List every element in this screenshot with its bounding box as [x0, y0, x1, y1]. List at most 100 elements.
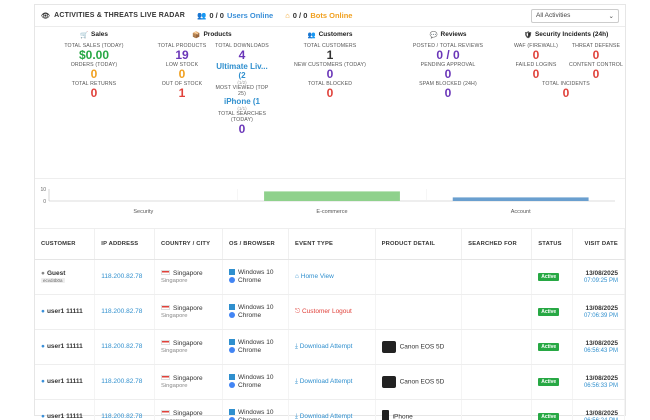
top-download-link[interactable]: Ultimate Liv... (2 [213, 62, 271, 80]
total-customers-value: 1 [326, 48, 334, 62]
status-cell: Active [531, 329, 574, 365]
most-viewed-label: MOST VIEWED (TOP 25) [215, 85, 269, 97]
bar-ecommerce[interactable] [264, 191, 400, 201]
chrome-icon [229, 277, 236, 284]
product-cell: Canon EOS 5D [375, 364, 463, 400]
download-icon: ⤓ [295, 377, 298, 385]
country-name: Singapore [173, 304, 203, 312]
customer-cell[interactable]: ● user1 11111 [35, 329, 96, 365]
failed-logins-value: 0 [532, 67, 540, 81]
col-country[interactable]: COUNTRY / CITY [154, 229, 224, 260]
col-os[interactable]: OS / BROWSER [222, 229, 289, 260]
table-row[interactable]: ●user1 11111 118.200.82.78 Singapore Sin… [35, 329, 625, 365]
col-searched[interactable]: SEARCHED FOR [461, 229, 533, 260]
product-thumbnail [381, 409, 389, 420]
col-ip[interactable]: IP ADDRESS [94, 229, 156, 260]
total-incidents-value: 0 [562, 86, 570, 100]
users-count: 0 / 0 [209, 11, 224, 20]
windows-icon [229, 304, 236, 311]
stats-row: 🛒 Sales TOTAL SALES (TODAY) $0.00 ORDERS … [35, 27, 625, 179]
singapore-flag-icon [161, 340, 171, 346]
table-row[interactable]: ●user1 11111 118.200.82.78 Singapore Sin… [35, 364, 625, 400]
col-visit[interactable]: VISIT DATE [572, 229, 625, 260]
visit-date: 13/08/2025 [585, 409, 618, 417]
visit-cell: 13/08/2025 06:56:33 PM [572, 364, 625, 400]
activity-filter-select[interactable]: All Activities ⌄ [531, 8, 619, 23]
customers-column: 👥 Customers TOTAL CUSTOMERS 1 NEW CUSTOME… [271, 27, 389, 178]
city-name: Singapore [161, 382, 188, 389]
products-column: 📦 Products TOTAL PRODUCTS 19 LOW STOCK 0 … [153, 27, 271, 178]
windows-icon [229, 374, 236, 381]
customer-cell[interactable]: ● user1 11111 [35, 364, 96, 400]
product-cell: iPhone [375, 399, 463, 420]
products-heading: 📦 Products [153, 31, 271, 39]
product-thumbnail [381, 340, 396, 353]
event-cell[interactable]: ⤓ Download Attempt [288, 329, 376, 365]
event-cell[interactable]: ⌂ Home View [288, 259, 376, 295]
status-badge: Active [538, 307, 560, 316]
visit-time: 07:06:39 PM [583, 312, 618, 319]
bots-label: Bots Online [310, 11, 353, 20]
os-browser-cell: Windows 10 Chrome [222, 259, 289, 295]
visit-cell: 13/08/2025 07:09:25 PM [572, 259, 625, 295]
ip-address-link[interactable]: 118.200.82.78 [94, 329, 156, 365]
city-name: Singapore [161, 347, 188, 354]
singapore-flag-icon [161, 375, 171, 381]
table-row[interactable]: ●user1 11111 118.200.82.78 Singapore Sin… [35, 399, 625, 420]
sales-column: 🛒 Sales TOTAL SALES (TODAY) $0.00 ORDERS … [35, 27, 153, 178]
content-control-value: 0 [592, 67, 600, 81]
waf-value: 0 [532, 48, 540, 62]
searched-cell [461, 364, 533, 400]
bot-icon: ⌂ [285, 11, 290, 20]
status-badge: Active [538, 342, 560, 351]
col-status[interactable]: STATUS [531, 229, 574, 260]
posted-reviews-value: 0 / 0 [436, 48, 460, 62]
table-row[interactable]: ●user1 11111 118.200.82.78 Singapore Sin… [35, 294, 625, 330]
city-name: Singapore [161, 277, 188, 284]
windows-icon [229, 269, 236, 276]
cart-icon: 🛒 [79, 32, 89, 39]
chrome-icon [229, 382, 236, 389]
ip-address-link[interactable]: 118.200.82.78 [94, 364, 156, 400]
security-heading: 🛡 Security Incidents (24h) [507, 31, 625, 39]
users-online: 👥 0 / 0 Users Online [197, 11, 273, 20]
ip-address-link[interactable]: 118.200.82.78 [94, 259, 156, 295]
col-event[interactable]: EVENT TYPE [288, 229, 376, 260]
ip-address-link[interactable]: 118.200.82.78 [94, 294, 156, 330]
product-cell [375, 294, 463, 330]
category-label: Account [511, 209, 531, 215]
col-product[interactable]: PRODUCT DETAIL [375, 229, 463, 260]
event-cell[interactable]: ⤓ Download Attempt [288, 364, 376, 400]
visit-date: 13/08/2025 [585, 374, 618, 382]
event-type: Customer Logout [301, 307, 352, 315]
country-name: Singapore [173, 339, 203, 347]
customer-cell[interactable]: ● Guest ecvd4b0a [35, 259, 96, 295]
event-cell[interactable]: ⤓ Download Attempt [288, 399, 376, 420]
new-customers-value: 0 [326, 67, 334, 81]
sales-heading: 🛒 Sales [35, 31, 153, 39]
event-cell[interactable]: ⎋ Customer Logout [288, 294, 376, 330]
singapore-flag-icon [161, 270, 171, 276]
customer-cell[interactable]: ● user1 11111 [35, 294, 96, 330]
customers-heading: 👥 Customers [271, 31, 389, 39]
activity-radar-panel: 👁 ACTIVITIES & THREATS LIVE RADAR 👥 0 / … [34, 4, 626, 420]
os-browser-cell: Windows 10 Chrome [222, 364, 289, 400]
col-customer[interactable]: CUSTOMER [35, 229, 96, 260]
y-tick-label: 10 [40, 187, 46, 193]
download-icon: ⤓ [295, 412, 298, 420]
sales-title: Sales [91, 31, 109, 38]
ip-address-link[interactable]: 118.200.82.78 [94, 399, 156, 420]
status-cell: Active [531, 364, 574, 400]
bar-account[interactable] [452, 197, 589, 201]
table-row[interactable]: ● Guest ecvd4b0a 118.200.82.78 Singapore … [35, 259, 625, 295]
searched-cell [461, 294, 533, 330]
visit-time: 07:09:25 PM [583, 277, 618, 284]
os-name: Windows 10 [238, 269, 274, 276]
customer-cell[interactable]: ● user1 11111 [35, 399, 96, 420]
customer-name: user1 11111 [46, 308, 83, 315]
most-viewed-link[interactable]: iPhone (1 [213, 97, 271, 106]
product-name: Canon EOS 5D [399, 343, 445, 351]
products-title: Products [203, 31, 232, 38]
visit-date: 13/08/2025 [585, 304, 618, 312]
logout-icon: ⎋ [295, 307, 301, 315]
